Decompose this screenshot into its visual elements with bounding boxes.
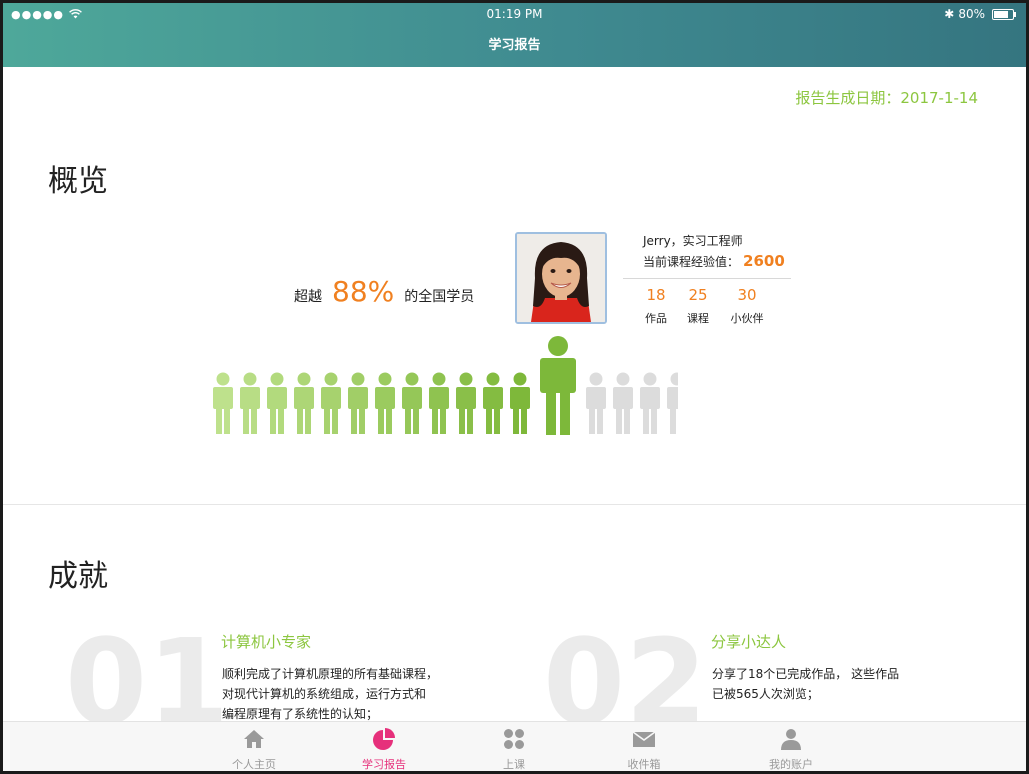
exceed-summary: 超越 88% 的全国学员 (294, 275, 474, 308)
achievement-desc-line: 已被565人次浏览； (712, 687, 819, 701)
achievement-desc-line: 顺利完成了计算机原理的所有基础课程， (222, 667, 439, 681)
person-figure (456, 372, 476, 434)
achievement-desc-line: 分享了18个已完成作品， 这些作品 (712, 667, 900, 681)
report-date: 报告生成日期：2017-1-14 (795, 89, 978, 107)
exceed-percent: 88% (332, 275, 395, 308)
person-figure (429, 372, 449, 434)
tab-label: 学习报告 (362, 758, 406, 771)
achievement-desc-line: 编程原理有了系统性的认知； (222, 707, 379, 721)
stat-value: 25 (688, 286, 708, 304)
tab-home[interactable]: 个人主页 (194, 722, 314, 771)
learner-rank-figure (213, 336, 678, 435)
clover-icon (504, 729, 524, 749)
tab-label: 我的账户 (769, 758, 813, 771)
person-figure (483, 372, 503, 434)
profile-divider (623, 278, 791, 279)
tab-bar: 个人主页 学习报告 上课 收件箱 我的账户 (3, 721, 1026, 771)
header-bar: ●●●●● 01:19 PM ✱ 80% 学习报告 (3, 3, 1026, 67)
person-figure (321, 372, 341, 434)
tab-label: 上课 (503, 758, 525, 771)
achievement-title: 分享小达人 (711, 633, 787, 651)
achievement-desc-line: 对现代计算机的系统组成，运行方式和 (222, 687, 427, 701)
home-icon (244, 730, 264, 748)
profile-name: Jerry，实习工程师 (643, 234, 743, 248)
stat-label: 小伙伴 (730, 312, 764, 325)
person-figure (213, 372, 233, 434)
current-learner-figure (540, 336, 576, 435)
section-divider (3, 504, 1026, 505)
app-screen: ●●●●● 01:19 PM ✱ 80% 学习报告 报告生成日期：2017-1-… (3, 3, 1026, 771)
stat-friends[interactable]: 30 小伙伴 (722, 286, 772, 326)
tab-class[interactable]: 上课 (454, 722, 574, 771)
avatar[interactable] (515, 232, 607, 324)
person-figure (294, 372, 314, 434)
person-figure (402, 372, 422, 434)
bluetooth-icon: ✱ (944, 7, 955, 21)
pie-chart-icon (373, 728, 395, 750)
person-figure (267, 372, 287, 434)
person-figure (510, 372, 530, 434)
person-figure (613, 372, 633, 434)
person-figure (375, 372, 395, 434)
person-figure (348, 372, 368, 434)
child-portrait-icon (517, 234, 605, 322)
stat-label: 课程 (687, 312, 709, 325)
tab-study-report[interactable]: 学习报告 (324, 722, 444, 771)
stat-value: 30 (737, 286, 757, 304)
mail-icon (632, 731, 656, 747)
tab-label: 个人主页 (232, 758, 276, 771)
status-time: 01:19 PM (486, 7, 543, 21)
experience-label: 当前课程经验值： (643, 255, 740, 269)
tab-inbox[interactable]: 收件箱 (584, 722, 704, 771)
person-figure (586, 372, 606, 434)
battery-percent: 80% (958, 7, 985, 21)
exceed-suffix: 的全国学员 (404, 289, 475, 305)
page-title: 学习报告 (488, 38, 541, 53)
tab-label: 收件箱 (627, 758, 661, 771)
experience-line: 当前课程经验值： 2600 (643, 252, 785, 270)
user-icon (781, 729, 801, 750)
achievements-title: 成就 (48, 559, 108, 594)
experience-value: 2600 (743, 252, 785, 270)
person-figure (640, 372, 660, 434)
status-right: ✱ 80% (944, 7, 1016, 21)
exceed-prefix: 超越 (294, 289, 322, 305)
person-figure (240, 372, 260, 434)
battery-icon (992, 8, 1016, 20)
achievement-title: 计算机小专家 (221, 633, 312, 651)
tab-account[interactable]: 我的账户 (731, 722, 851, 771)
overview-title: 概览 (48, 164, 108, 199)
person-figure (667, 372, 678, 434)
stat-courses[interactable]: 25 课程 (673, 286, 723, 326)
